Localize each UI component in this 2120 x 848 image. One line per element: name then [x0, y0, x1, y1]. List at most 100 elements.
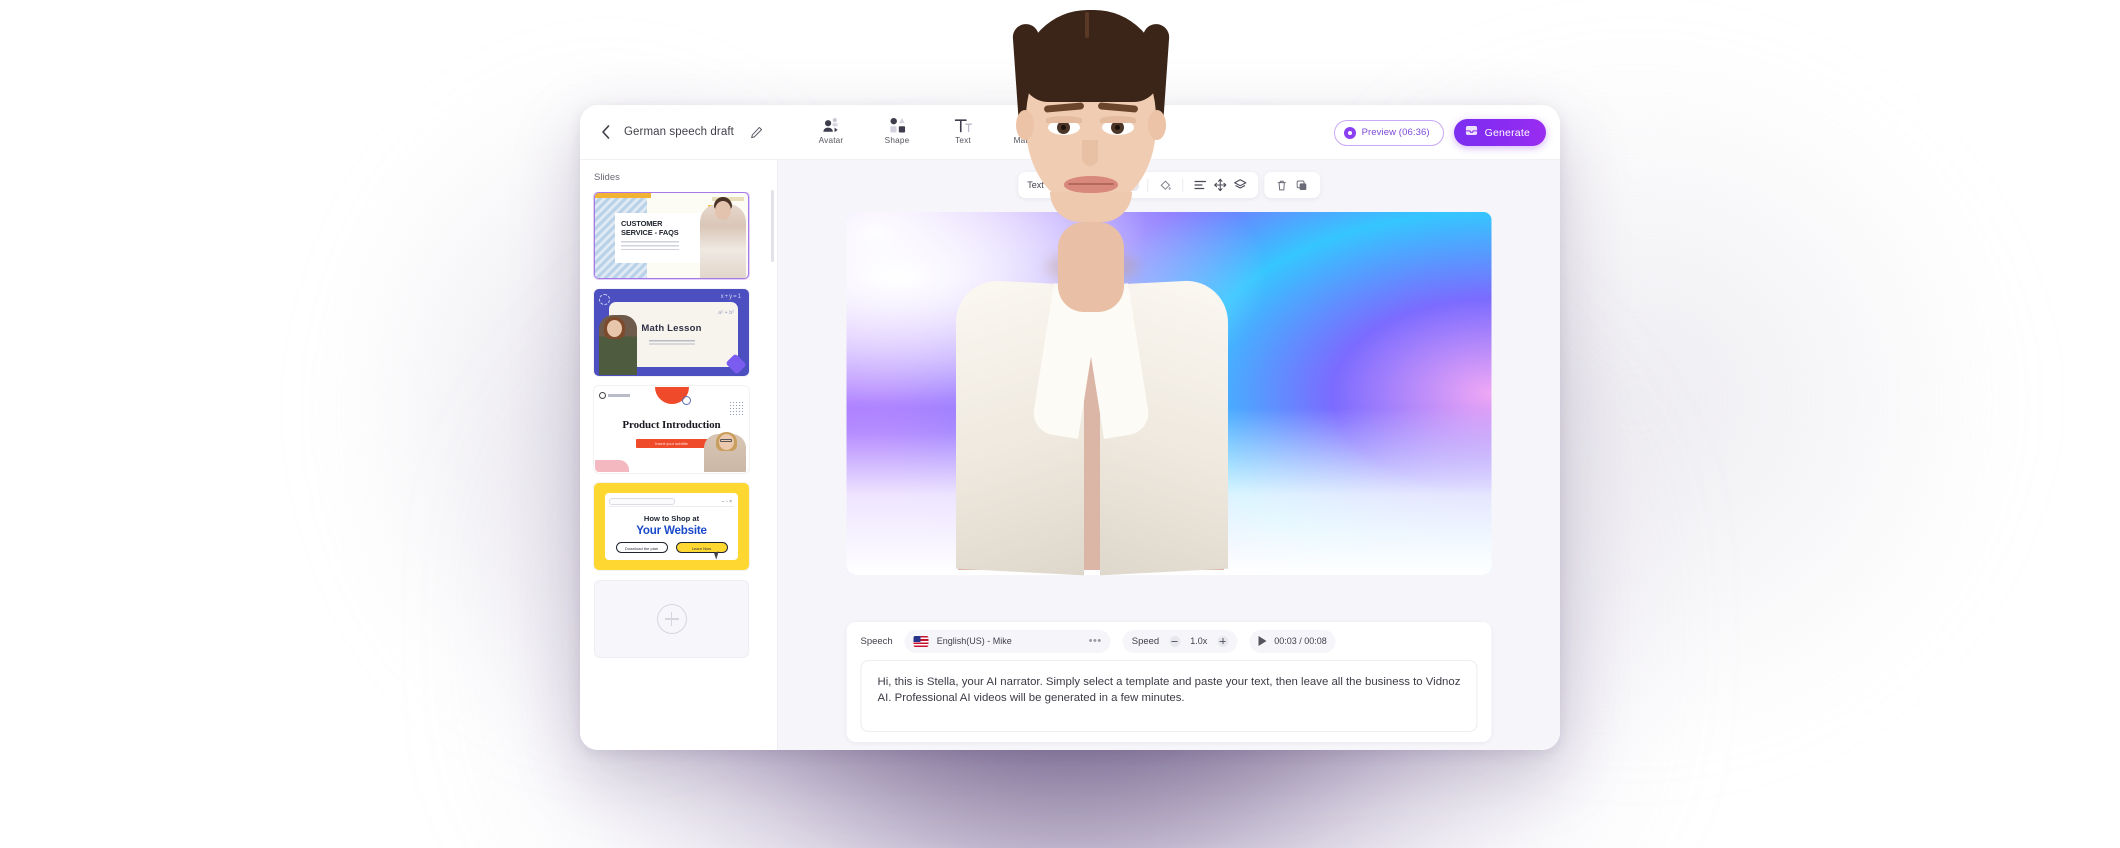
material-icon: [1020, 114, 1039, 134]
slide3-logo: [599, 392, 630, 399]
tool-text[interactable]: Text: [940, 111, 986, 145]
slides-scrollbar[interactable]: [771, 190, 774, 262]
voice-name: English(US) - Mike: [936, 636, 1012, 646]
page-background: German speech draft Avatar Shape Text Ma…: [0, 0, 2120, 848]
plus-icon[interactable]: [1127, 179, 1139, 191]
canvas-play-button[interactable]: [1132, 356, 1206, 431]
toolbar-divider: [1146, 178, 1148, 192]
slide2-sun-icon: [599, 294, 610, 305]
slide1-person-head: [715, 201, 731, 220]
tool-shape[interactable]: Shape: [874, 111, 920, 145]
slides-panel-title: Slides: [594, 172, 620, 183]
pencil-icon[interactable]: [748, 123, 766, 141]
font-size-stepper[interactable]: 24: [1091, 179, 1139, 191]
slide3-title: Product Introduction: [622, 419, 721, 431]
move-icon[interactable]: [1211, 176, 1229, 194]
trash-icon[interactable]: [1273, 176, 1291, 194]
generate-button[interactable]: Generate: [1453, 119, 1546, 146]
slide4-browser-bar: − ▫ ×: [609, 497, 734, 507]
more-options-icon[interactable]: •••: [1089, 636, 1102, 647]
slide3-ring: [682, 396, 692, 405]
app-window: German speech draft Avatar Shape Text Ma…: [580, 105, 1560, 750]
tool-material[interactable]: Material: [1006, 111, 1052, 145]
slide4-buttons: Download the plan Learn Now: [595, 542, 748, 553]
tool-avatar[interactable]: Avatar: [808, 111, 854, 145]
us-flag-icon: [913, 635, 929, 647]
slide2-equation: a² + b²: [718, 310, 734, 316]
avatar-hair-part: [1085, 12, 1089, 38]
layers-icon[interactable]: [1231, 176, 1249, 194]
text-tools-group: Text T 24: [1018, 172, 1258, 198]
generate-icon: [1465, 124, 1478, 142]
slide2-subtitle: [648, 340, 695, 346]
speech-panel: Speech English(US) - Mike ••• Speed 1.0x: [846, 622, 1492, 742]
document-title[interactable]: German speech draft: [624, 126, 734, 138]
canvas-highlight-topleft: [846, 212, 1144, 401]
speech-script-input[interactable]: Hi, this is Stella, your AI narrator. Si…: [860, 660, 1478, 732]
toolbar-divider: [1051, 178, 1053, 192]
slide2-decoration: x+y=1: [720, 294, 742, 300]
plus-icon: [656, 604, 687, 634]
slide-thumbnail-1[interactable]: CUSTOMER SERVICE - FAQS: [594, 192, 749, 279]
slide4-line1: How to Shop at: [643, 514, 700, 523]
preview-icon: [1343, 126, 1356, 139]
slide-thumbnail-4[interactable]: − ▫ × How to Shop at Your Website Downlo…: [594, 483, 749, 570]
tool-cluster: Avatar Shape Text Material: [808, 111, 1052, 145]
slide4-button-1: Download the plan: [615, 542, 668, 553]
align-left-icon[interactable]: [1191, 176, 1209, 194]
toolbar-divider: [1181, 178, 1183, 192]
slides-list[interactable]: CUSTOMER SERVICE - FAQS x+y=1 a² + b² Ma…: [580, 192, 777, 744]
play-icon[interactable]: [1258, 636, 1267, 646]
shape-icon: [888, 114, 907, 134]
slide2-person-head: [607, 320, 622, 337]
slides-panel: Slides CUSTOMER SERVICE - FAQS x+y=1 a² …: [580, 160, 777, 750]
slide-thumbnail-2[interactable]: x+y=1 a² + b² Math Lesson: [594, 289, 749, 376]
speech-label: Speech: [860, 635, 893, 647]
back-button[interactable]: [594, 121, 616, 143]
copy-icon[interactable]: [1293, 176, 1311, 194]
speech-script-text: Hi, this is Stella, your AI narrator. Si…: [877, 676, 1461, 705]
playback-control[interactable]: 00:03 / 00:08: [1249, 629, 1336, 653]
slide1-subtext: [621, 241, 679, 250]
element-toolbar: Text T 24: [1018, 172, 1320, 198]
tool-text-label: Text: [955, 136, 971, 145]
preview-button[interactable]: Preview (06:36): [1333, 119, 1444, 146]
preview-label: Preview (06:36): [1361, 127, 1430, 138]
element-actions-group: [1263, 172, 1320, 198]
speech-controls-row: Speech English(US) - Mike ••• Speed 1.0x: [847, 622, 1492, 660]
slide-thumbnail-3[interactable]: Product Introduction Insert your subtitl…: [594, 386, 749, 473]
minus-icon[interactable]: [1091, 179, 1103, 191]
play-icon: [1160, 379, 1183, 408]
app-body: Slides CUSTOMER SERVICE - FAQS x+y=1 a² …: [580, 160, 1560, 750]
editor-area: Text T 24 Speech English(US) - Mike ••• …: [778, 160, 1560, 750]
slide3-dot-grid: [729, 401, 744, 416]
slide3-pink-shape: [595, 460, 629, 472]
text-format-icon[interactable]: T: [1060, 178, 1075, 192]
slide3-person-glasses: [720, 439, 732, 442]
tool-avatar-label: Avatar: [818, 136, 844, 145]
playback-time: 00:03 / 00:08: [1274, 636, 1327, 646]
top-toolbar: German speech draft Avatar Shape Text Ma…: [580, 105, 1560, 160]
speed-value: 1.0x: [1190, 636, 1208, 646]
tool-shape-label: Shape: [884, 136, 910, 145]
topbar-actions: Preview (06:36) Generate: [1333, 105, 1546, 160]
fill-color-icon[interactable]: [1156, 176, 1174, 194]
text-icon: [954, 114, 973, 134]
speed-minus-icon[interactable]: [1169, 635, 1181, 647]
slide4-window-controls: − ▫ ×: [721, 498, 732, 505]
add-slide-button[interactable]: [594, 580, 749, 658]
video-canvas[interactable]: [846, 212, 1492, 575]
tool-material-label: Material: [1013, 136, 1045, 145]
toolbar-divider: [1082, 178, 1084, 192]
font-size-value[interactable]: 24: [1109, 180, 1122, 190]
slide4-button-2: Learn Now: [675, 542, 728, 553]
slide4-line2: Your Website: [636, 524, 707, 537]
slide1-heading: CUSTOMER SERVICE - FAQS: [621, 219, 679, 238]
voice-selector[interactable]: English(US) - Mike •••: [904, 629, 1111, 653]
slide3-person-head: [719, 434, 734, 450]
avatar-icon: [822, 114, 841, 134]
slide3-button: Insert your subtitle: [635, 439, 708, 448]
speed-plus-icon[interactable]: [1217, 635, 1229, 647]
speed-control[interactable]: Speed 1.0x: [1122, 629, 1238, 653]
generate-label: Generate: [1484, 126, 1530, 139]
